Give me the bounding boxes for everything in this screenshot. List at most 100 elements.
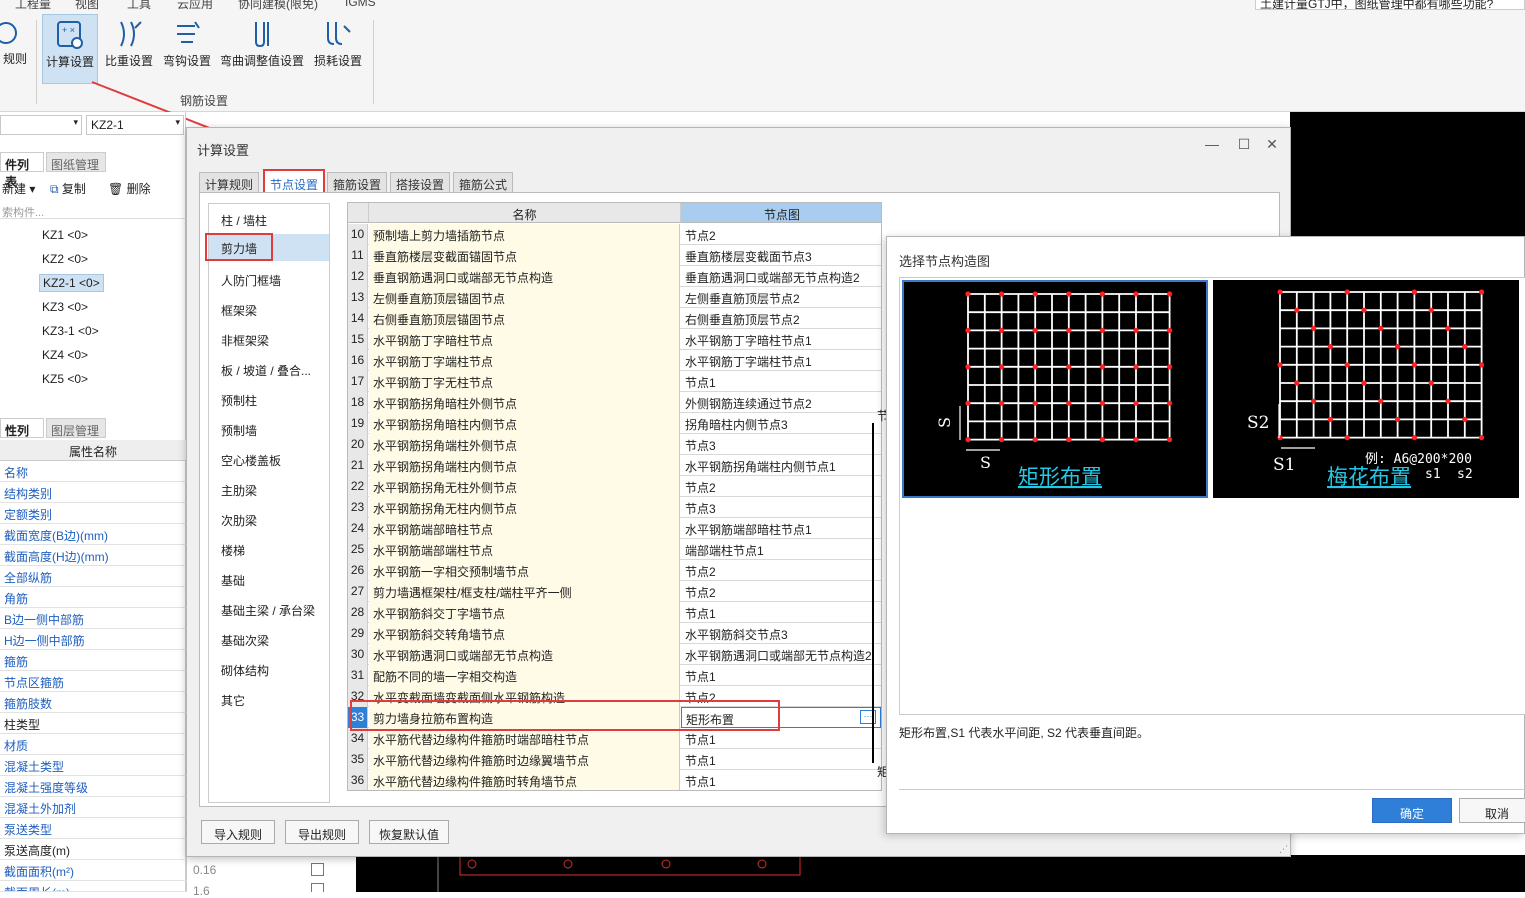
menu-tab-tools[interactable]: 工具	[127, 0, 151, 12]
category-item[interactable]: 人防门框墙	[221, 272, 281, 289]
checkbox[interactable]	[311, 883, 324, 892]
tab-stirrup-settings[interactable]: 箍筋设置	[327, 172, 388, 193]
row-node-value[interactable]: 水平钢筋端部暗柱节点1	[681, 518, 881, 539]
tab-layer-manager[interactable]: 图层管理	[46, 418, 106, 438]
row-node-value[interactable]: 节点1	[681, 749, 881, 770]
table-row[interactable]: 23 水平钢筋拐角无柱内侧节点 节点3	[348, 497, 881, 518]
category-item[interactable]: 其它	[221, 692, 245, 709]
row-name[interactable]: 剪力墙遇框架柱/框支柱/端柱平齐一侧	[369, 581, 680, 602]
row-name[interactable]: 水平钢筋端部端柱节点	[369, 539, 680, 560]
row-node-value[interactable]: 节点2	[681, 581, 881, 602]
prop-row[interactable]: 混凝土强度等级	[0, 776, 186, 797]
category-item[interactable]: 楼梯	[221, 542, 245, 559]
row-node-value[interactable]: 节点1	[681, 770, 881, 790]
prop-row[interactable]: 柱类型	[0, 713, 186, 734]
table-row[interactable]: 13 左侧垂直筋顶层锚固节点 左侧垂直筋顶层节点2	[348, 287, 881, 308]
maximize-icon[interactable]: ☐	[1235, 136, 1253, 153]
category-item[interactable]: 非框架梁	[221, 332, 269, 349]
category-item[interactable]: 砌体结构	[221, 662, 269, 679]
category-item[interactable]: 框架梁	[221, 302, 257, 319]
row-node-value[interactable]: 节点1	[681, 728, 881, 749]
drawing-canvas[interactable]	[1290, 112, 1525, 240]
menu-tab-view[interactable]: 视图	[75, 0, 99, 12]
table-row[interactable]: 30 水平钢筋遇洞口或端部无节点构造 水平钢筋遇洞口或端部无节点构造2	[348, 644, 881, 665]
menu-tab-igms[interactable]: IGMS	[345, 0, 376, 9]
prop-row[interactable]: 角筋	[0, 587, 186, 608]
drawing-canvas-bottom[interactable]	[356, 855, 1525, 892]
bend-adjust-button[interactable]: 弯曲调整值设置	[217, 14, 307, 84]
table-row[interactable]: 11 垂直筋楼层变截面锚固节点 垂直筋楼层变截面节点3	[348, 245, 881, 266]
row-node-value[interactable]: 节点1	[681, 602, 881, 623]
prop-row[interactable]: H边一侧中部筋	[0, 629, 186, 650]
category-item[interactable]: 空心楼盖板	[221, 452, 281, 469]
table-row[interactable]: 29 水平钢筋斜交转角墙节点 水平钢筋斜交节点3	[348, 623, 881, 644]
row-name[interactable]: 水平钢筋丁字无柱节点	[369, 371, 680, 392]
row-name[interactable]: 水平筋代替边缘构件箍筋时边缘翼墙节点	[369, 749, 680, 770]
prop-row[interactable]: 泵送类型	[0, 818, 186, 839]
tree-item[interactable]: KZ2 <0>	[42, 252, 88, 266]
table-row[interactable]: 34 水平筋代替边缘构件箍筋时端部暗柱节点 节点1	[348, 728, 881, 749]
table-row[interactable]: 16 水平钢筋丁字端柱节点 水平钢筋丁字端柱节点1	[348, 350, 881, 371]
row-name[interactable]: 左侧垂直筋顶层锚固节点	[369, 287, 680, 308]
row-name[interactable]: 预制墙上剪力墙插筋节点	[369, 224, 680, 245]
row-node-value[interactable]: 右侧垂直筋顶层节点2	[681, 308, 881, 329]
table-row[interactable]: 31 配筋不同的墙一字相交构造 节点1	[348, 665, 881, 686]
checkbox[interactable]	[311, 863, 324, 876]
tab-lap-settings[interactable]: 搭接设置	[390, 172, 451, 193]
floor-combo[interactable]: ▾	[0, 115, 82, 135]
row-node-value[interactable]: 垂直筋楼层变截面节点3	[681, 245, 881, 266]
tree-item[interactable]: KZ5 <0>	[42, 372, 88, 386]
prop-row[interactable]: 混凝土类型	[0, 755, 186, 776]
row-name[interactable]: 水平筋代替边缘构件箍筋时端部暗柱节点	[369, 728, 680, 749]
resize-grip-icon[interactable]: ⋰	[1279, 844, 1288, 855]
prop-row[interactable]: 混凝土外加剂	[0, 797, 186, 818]
category-item[interactable]: 板 / 坡道 / 叠合...	[221, 362, 311, 379]
table-row[interactable]: 12 垂直钢筋遇洞口或端部无节点构造 垂直筋遇洞口或端部无节点构造2	[348, 266, 881, 287]
category-item[interactable]: 次肋梁	[221, 512, 257, 529]
prop-row[interactable]: B边一侧中部筋	[0, 608, 186, 629]
close-icon[interactable]: ✕	[1263, 136, 1281, 153]
prop-row[interactable]: 截面面积(m²)	[0, 860, 186, 881]
category-item[interactable]: 预制墙	[221, 422, 257, 439]
row-name[interactable]: 水平钢筋拐角暗柱内侧节点	[369, 413, 680, 434]
category-item[interactable]: 主肋梁	[221, 482, 257, 499]
row-node-value[interactable]: 水平钢筋斜交节点3	[681, 623, 881, 644]
prop-row[interactable]: 材质	[0, 734, 186, 755]
new-button[interactable]: 新建 ▾	[2, 180, 35, 197]
row-name[interactable]: 水平筋代替边缘构件箍筋时转角墙节点	[369, 770, 680, 790]
row-node-value[interactable]: 水平钢筋丁字端柱节点1	[681, 350, 881, 371]
weight-settings-button[interactable]: 比重设置	[101, 14, 157, 84]
cancel-button[interactable]: 取消	[1459, 798, 1525, 823]
row-name[interactable]: 水平钢筋丁字端柱节点	[369, 350, 680, 371]
table-row[interactable]: 18 水平钢筋拐角暗柱外侧节点 外侧钢筋连续通过节点2	[348, 392, 881, 413]
prop-row[interactable]: 截面周长(m)	[0, 881, 186, 892]
tab-node-settings[interactable]: 节点设置	[263, 169, 326, 194]
row-node-value[interactable]: 外侧钢筋连续通过节点2	[681, 392, 881, 413]
prop-row[interactable]: 截面宽度(B边)(mm)	[0, 524, 186, 545]
menu-tab-cloud[interactable]: 云应用	[177, 0, 213, 12]
category-item[interactable]: 预制柱	[221, 392, 257, 409]
tree-item[interactable]: KZ4 <0>	[42, 348, 88, 362]
table-row[interactable]: 21 水平钢筋拐角端柱内侧节点 水平钢筋拐角端柱内侧节点1	[348, 455, 881, 476]
import-rules-button[interactable]: 导入规则	[201, 820, 275, 844]
row-name[interactable]: 水平钢筋斜交丁字墙节点	[369, 602, 680, 623]
export-rules-button[interactable]: 导出规则	[285, 820, 359, 844]
menu-tab-quantity[interactable]: 工程量	[15, 0, 51, 12]
row-name[interactable]: 水平钢筋拐角暗柱外侧节点	[369, 392, 680, 413]
prop-row[interactable]: 泵送高度(m)	[0, 839, 186, 860]
table-row[interactable]: 35 水平筋代替边缘构件箍筋时边缘翼墙节点 节点1	[348, 749, 881, 770]
row-name[interactable]: 水平钢筋拐角端柱内侧节点	[369, 455, 680, 476]
table-row[interactable]: 26 水平钢筋一字相交预制墙节点 节点2	[348, 560, 881, 581]
category-item[interactable]: 基础	[221, 572, 245, 589]
row-name[interactable]: 水平钢筋拐角无柱内侧节点	[369, 497, 680, 518]
table-row[interactable]: 19 水平钢筋拐角暗柱内侧节点 拐角暗柱内侧节点3	[348, 413, 881, 434]
table-row[interactable]: 22 水平钢筋拐角无柱外侧节点 节点2	[348, 476, 881, 497]
delete-button[interactable]: 🗑 删除	[108, 180, 151, 197]
row-name[interactable]: 水平钢筋拐角无柱外侧节点	[369, 476, 680, 497]
row-node-value[interactable]: 节点2	[681, 476, 881, 497]
menu-tab-collab[interactable]: 协同建模(限免)	[238, 0, 318, 12]
prop-row[interactable]: 箍筋肢数	[0, 692, 186, 713]
row-node-value[interactable]: 水平钢筋拐角端柱内侧节点1	[681, 455, 881, 476]
prop-row[interactable]: 节点区箍筋	[0, 671, 186, 692]
row-node-value[interactable]: 节点3	[681, 497, 881, 518]
